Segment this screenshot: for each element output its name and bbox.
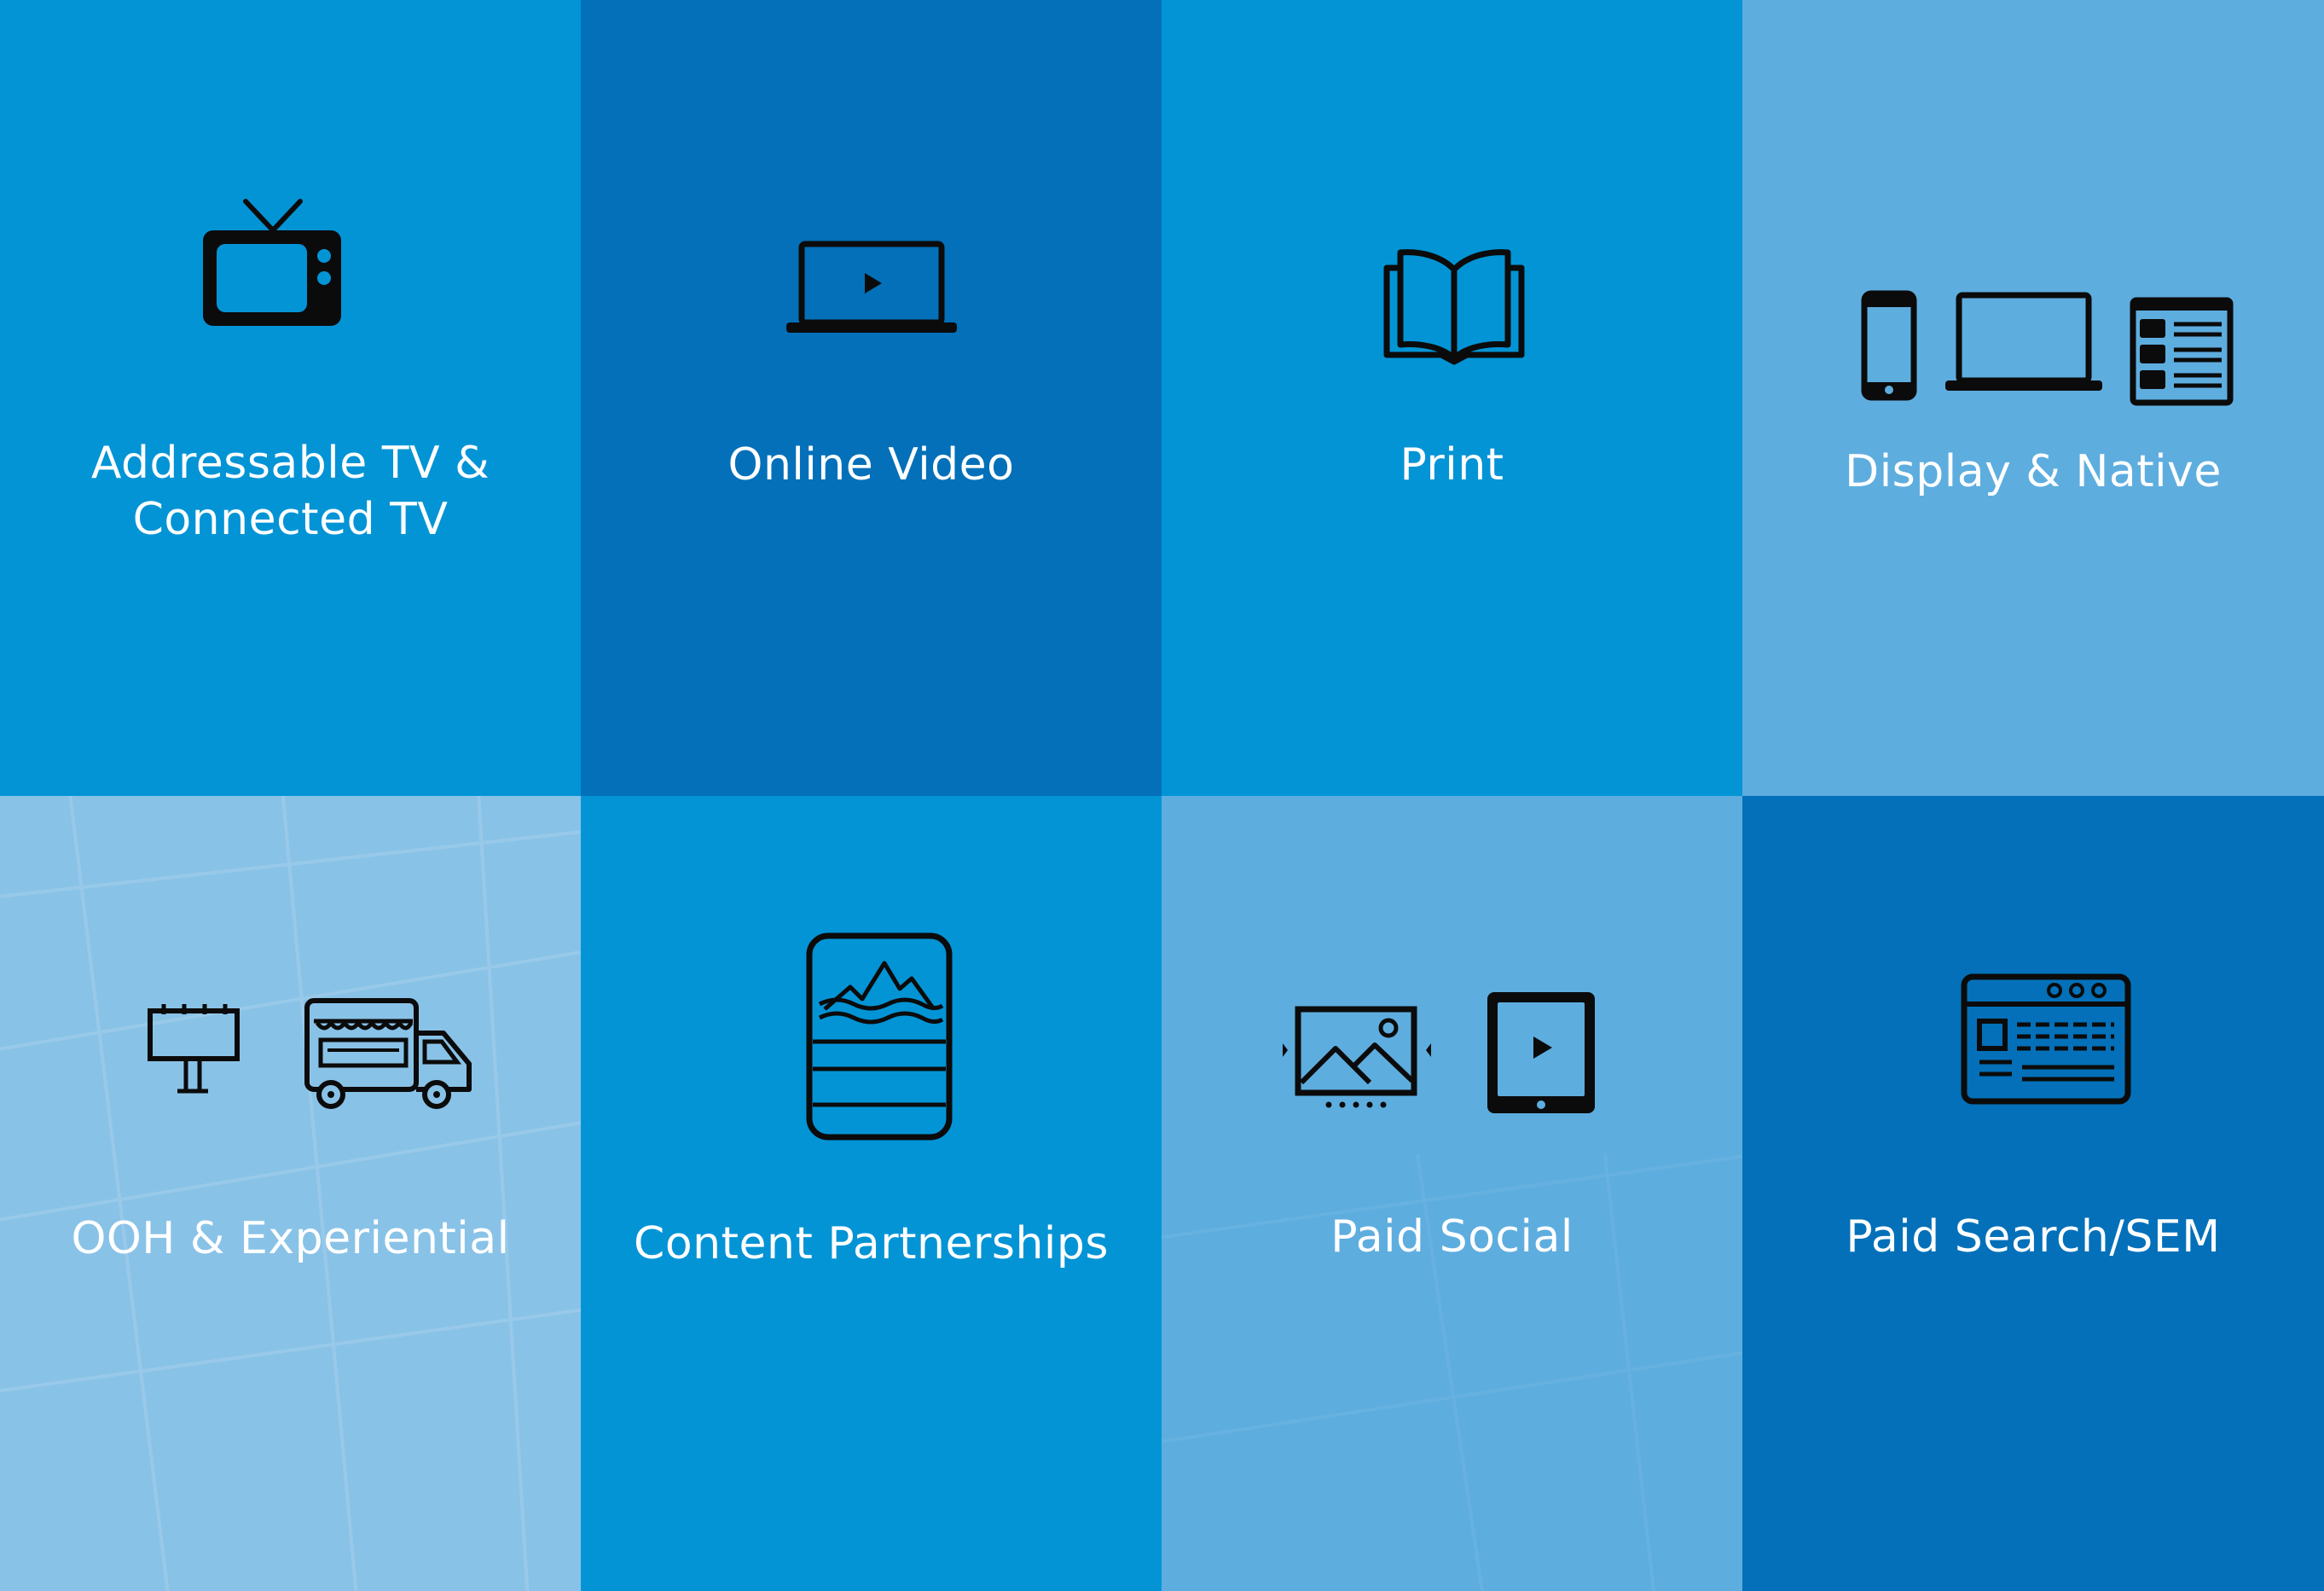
tile-label: Paid Search/SEM <box>1846 1211 2221 1263</box>
tile-label: Online Video <box>727 439 1015 491</box>
tile-print: Print <box>1162 0 1742 796</box>
article-tablet-icon <box>806 932 953 1141</box>
map-pattern-background <box>0 796 581 1591</box>
tile-paid-social: Paid Social <box>1162 796 1742 1591</box>
map-pattern-background <box>1162 1153 1742 1591</box>
browser-icon <box>1961 973 2131 1105</box>
tile-label: Paid Social <box>1330 1211 1573 1263</box>
tile-addressable-tv: Addressable TV & Connected TV <box>0 0 581 796</box>
tile-online-video: Online Video <box>581 0 1162 796</box>
tile-label: Display & Native <box>1845 446 2222 497</box>
devices-icon <box>1861 290 2237 406</box>
billboard-truck-icon <box>147 998 479 1110</box>
tile-label: Content Partnerships <box>634 1218 1109 1269</box>
tile-label: OOH & Experiential <box>71 1213 510 1264</box>
tile-label: Print <box>1400 439 1504 491</box>
laptop-video-icon <box>786 241 957 334</box>
tile-display-native: Display & Native <box>1742 0 2324 796</box>
tv-icon <box>201 199 345 328</box>
open-book-icon <box>1382 244 1527 365</box>
tile-content-partnerships: Content Partnerships <box>581 796 1162 1591</box>
tile-ooh-experiential: OOH & Experiential <box>0 796 581 1591</box>
tile-paid-search: Paid Search/SEM <box>1742 796 2324 1591</box>
tile-label: Addressable TV & Connected TV <box>90 438 490 545</box>
image-video-icon <box>1281 989 1608 1120</box>
